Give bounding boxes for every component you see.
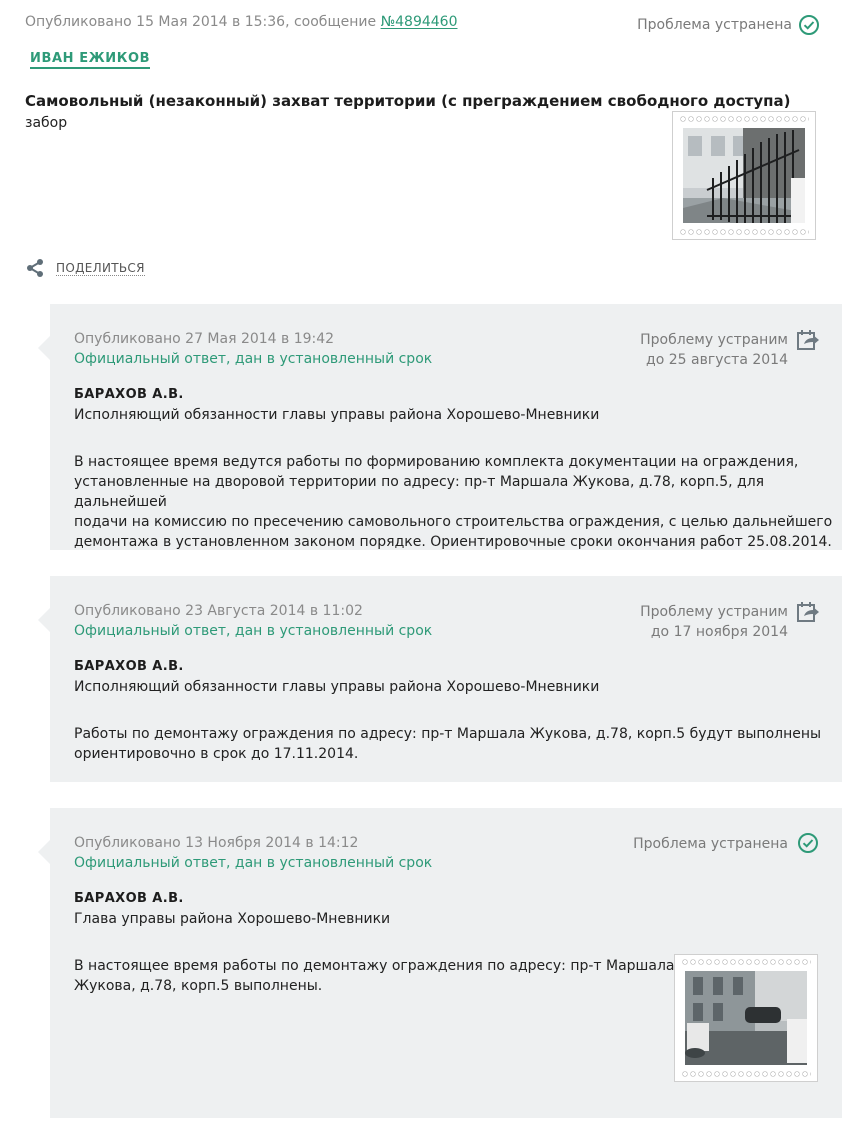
reply-official-note: Официальный ответ, дан в установленный с… [74,351,433,367]
film-perforation [679,115,809,123]
reply-text-line: демонтажа в установленном законом порядк… [74,534,832,550]
reply-text-line: ориентировочно в срок до 17.11.2014. [74,746,359,762]
share-label[interactable]: ПОДЕЛИТЬСЯ [56,261,145,276]
reply-official-note: Официальный ответ, дан в установленный с… [74,855,433,871]
issue-status-label: Проблема устранена [637,17,792,33]
share-control[interactable]: ПОДЕЛИТЬСЯ [25,258,145,278]
reply-author-position: Исполняющий обязанности главы управы рай… [74,407,600,423]
reply-published: Опубликовано 13 Ноября 2014 в 14:12 [74,835,359,851]
reply-author-position: Глава управы района Хорошево-Мневники [74,911,391,927]
issue-subtitle: забор [25,115,68,131]
courtyard-photo [685,971,807,1065]
reply-status: Проблему устраним до 25 августа 2014 [640,330,788,370]
official-reply: Опубликовано 27 Мая 2014 в 19:42 Официал… [38,304,842,552]
reply-text-line: установленные на дворовой территории по … [74,474,765,510]
official-reply: Опубликовано 13 Ноября 2014 в 14:12 Офиц… [38,808,842,1118]
reply-author-position: Исполняющий обязанности главы управы рай… [74,679,600,695]
check-circle-icon [798,833,818,853]
reply-status-line2: до 17 ноября 2014 [650,624,788,640]
reply-status-line1: Проблему устраним [640,604,788,620]
calendar-forward-icon [797,330,819,350]
calendar-forward-icon [797,602,819,622]
issue-status: Проблема устранена [637,14,820,36]
reply-text-line: В настоящее время ведутся работы по форм… [74,454,799,470]
check-circle-icon [799,15,819,35]
reply-photo-thumbnail[interactable] [674,954,818,1082]
reply-status-line2: до 25 августа 2014 [646,352,788,368]
fence-photo [683,128,805,223]
reply-author-name: БАРАХОВ А.В. [74,891,184,906]
issue-title: Самовольный (незаконный) захват территор… [25,92,791,110]
reply-text: В настоящее время работы по демонтажу ог… [74,956,674,996]
reply-text-line: подачи на комиссию по пресечению самовол… [74,514,833,530]
author-link[interactable]: ИВАН ЕЖИКОВ [30,51,151,69]
film-perforation [681,958,811,966]
reply-status-line1: Проблему устраним [640,332,788,348]
issue-published-text: Опубликовано 15 Мая 2014 в 15:36, сообще… [25,14,381,30]
reply-text: Работы по демонтажу ограждения по адресу… [74,724,821,764]
reply-text-line: В настоящее время работы по демонтажу ог… [74,958,675,974]
film-perforation [681,1070,811,1078]
share-icon [27,259,43,277]
reply-published: Опубликовано 23 Августа 2014 в 11:02 [74,603,363,619]
issue-photo-thumbnail[interactable] [672,111,816,240]
reply-text: В настоящее время ведутся работы по форм… [74,452,842,552]
official-reply: Опубликовано 23 Августа 2014 в 11:02 Офи… [38,576,842,782]
reply-official-note: Официальный ответ, дан в установленный с… [74,623,433,639]
reply-published: Опубликовано 27 Мая 2014 в 19:42 [74,331,335,347]
reply-author-name: БАРАХОВ А.В. [74,659,184,674]
reply-author-name: БАРАХОВ А.В. [74,387,184,402]
reply-text-line: Жукова, д.78, корп.5 выполнены. [74,978,323,994]
reply-status: Проблема устранена [633,834,788,854]
reply-status-line1: Проблема устранена [633,836,788,852]
reply-status: Проблему устраним до 17 ноября 2014 [640,602,788,642]
issue-meta-row: Опубликовано 15 Мая 2014 в 15:36, сообще… [25,14,820,36]
reply-text-line: Работы по демонтажу ограждения по адресу… [74,726,822,742]
film-perforation [679,228,809,236]
issue-published-info: Опубликовано 15 Мая 2014 в 15:36, сообще… [25,14,457,30]
message-number-link[interactable]: №4894460 [381,14,458,30]
